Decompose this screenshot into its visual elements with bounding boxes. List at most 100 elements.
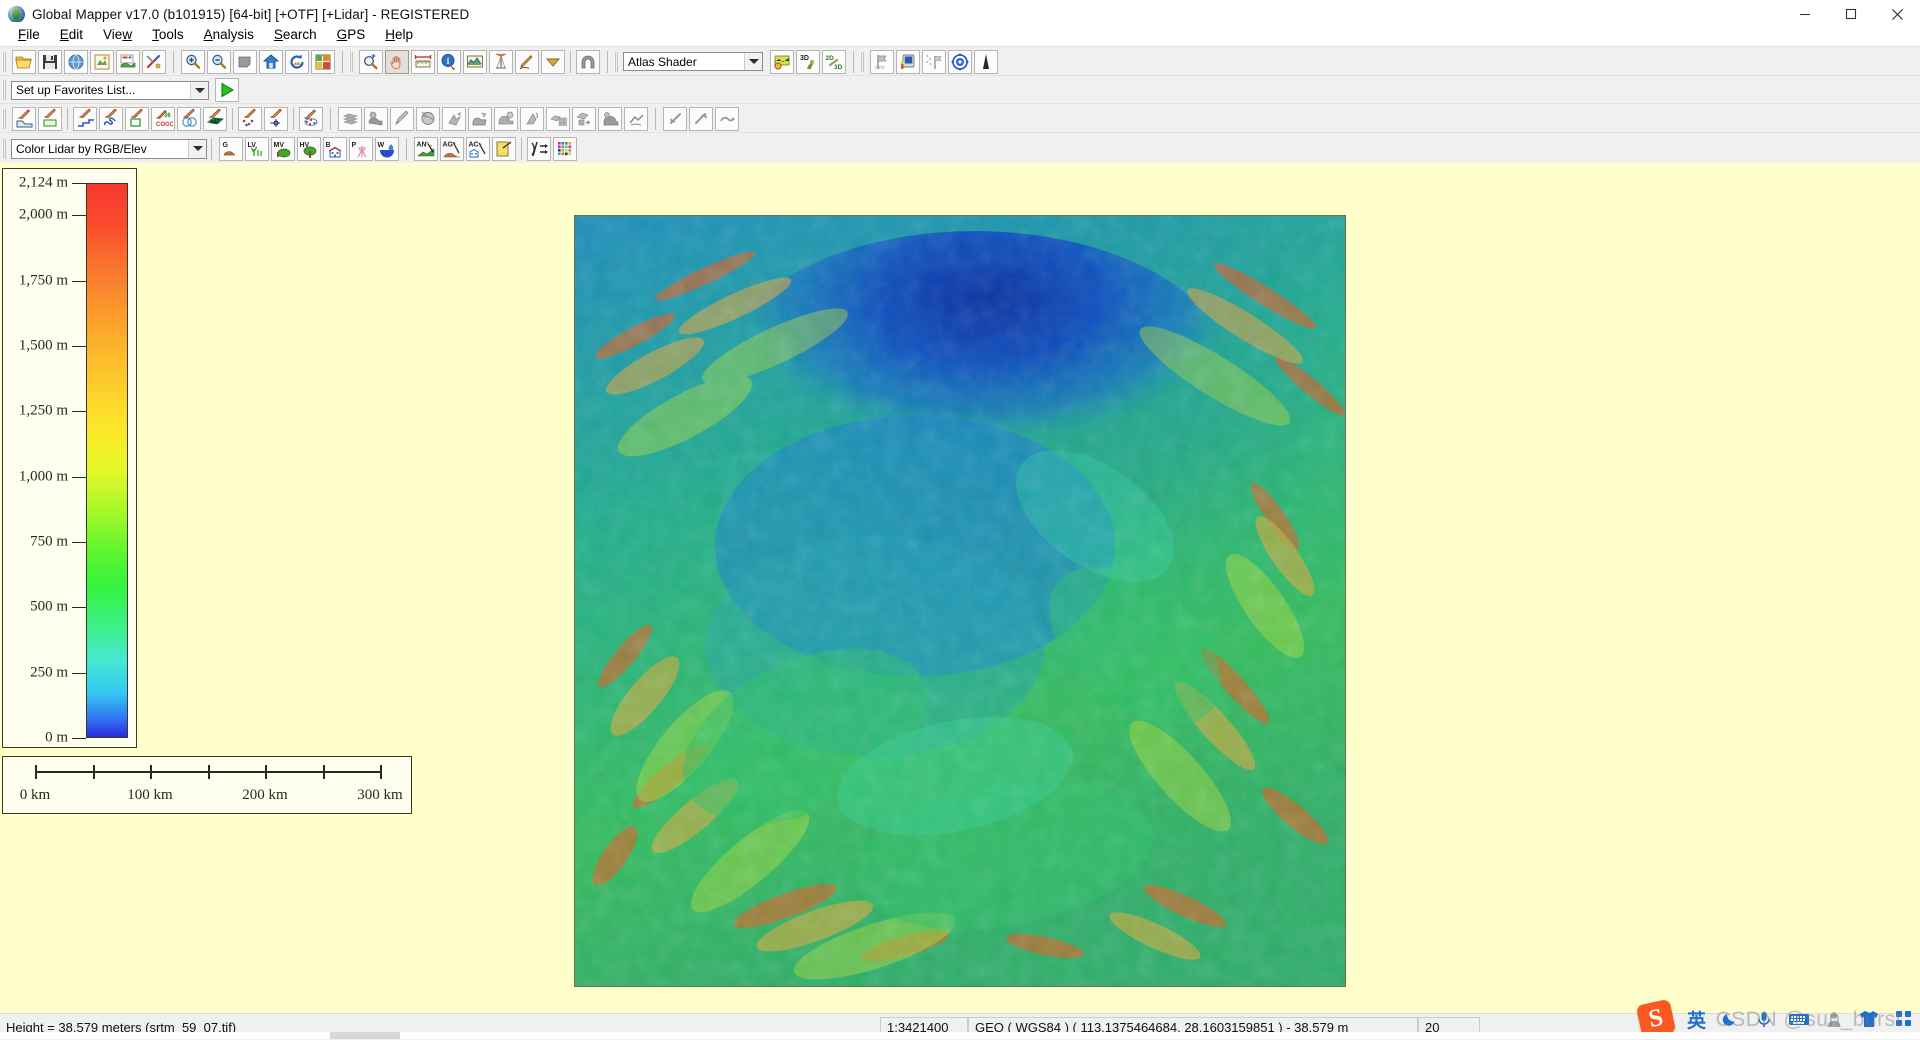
- measure-icon[interactable]: [411, 49, 435, 74]
- lidar-ground-icon[interactable]: G: [219, 136, 243, 161]
- menu-view[interactable]: View: [93, 25, 142, 44]
- path-profile-icon[interactable]: [463, 49, 487, 74]
- zoom-tool-icon[interactable]: [359, 49, 383, 74]
- extract-features-icon[interactable]: [527, 136, 551, 161]
- lidar-low-veg-icon[interactable]: LV: [245, 136, 269, 161]
- create-area-icon[interactable]: [12, 106, 36, 131]
- map-view[interactable]: 2,124 m 2,000 m 1,750 m 1,500 m 1,250 m 1,000…: [0, 163, 1920, 1013]
- menu-analysis[interactable]: Analysis: [194, 25, 264, 44]
- chevron-down-icon[interactable]: [744, 53, 762, 70]
- merge-areas-icon[interactable]: [468, 106, 492, 131]
- create-points-icon[interactable]: [238, 106, 262, 131]
- lidar-building-icon[interactable]: B: [323, 136, 347, 161]
- run-favorite-button[interactable]: [215, 78, 239, 102]
- pan-hand-icon[interactable]: [385, 49, 409, 74]
- create-rectangle-icon[interactable]: [38, 106, 62, 131]
- copy-features-icon[interactable]: [572, 106, 596, 131]
- delete-feature-icon[interactable]: [598, 106, 622, 131]
- toolbar-gripper[interactable]: [2, 108, 6, 129]
- antenna-icon[interactable]: [974, 49, 998, 74]
- flag-markers-icon[interactable]: [922, 49, 946, 74]
- auto-classify-noise-icon[interactable]: AN: [414, 136, 438, 161]
- gps-device-icon[interactable]: [896, 49, 920, 74]
- auto-classify-ground-icon[interactable]: AG: [440, 136, 464, 161]
- stack-layers-icon[interactable]: [338, 106, 362, 131]
- toolbar-gripper[interactable]: [2, 138, 6, 159]
- view-shed-icon[interactable]: [489, 49, 513, 74]
- dropdown-arrow-icon[interactable]: [541, 49, 565, 74]
- shirt-icon[interactable]: [1858, 1009, 1880, 1029]
- lidar-draw-mode-combo[interactable]: Color Lidar by RGB/Elev: [11, 138, 207, 159]
- tunnel-icon[interactable]: [576, 49, 600, 74]
- trim-feature-icon[interactable]: [624, 106, 648, 131]
- 2d-3d-link-icon[interactable]: 2D 3D: [822, 49, 846, 74]
- refresh-icon[interactable]: [285, 49, 309, 74]
- edit-points-icon[interactable]: [299, 106, 323, 131]
- create-cogo-icon[interactable]: 36 COGO: [151, 106, 175, 131]
- flag-gray-icon[interactable]: GPS: [870, 49, 894, 74]
- person-icon[interactable]: [1824, 1009, 1844, 1029]
- create-coordinate-point-icon[interactable]: [264, 106, 288, 131]
- menu-file[interactable]: File: [8, 25, 50, 44]
- create-grid-icon[interactable]: [203, 106, 227, 131]
- chinese-input-icon[interactable]: 英: [1687, 1006, 1706, 1033]
- undo-icon[interactable]: [663, 106, 687, 131]
- menu-search[interactable]: Search: [264, 25, 327, 44]
- open-file-icon[interactable]: [12, 49, 36, 74]
- shader-options-icon[interactable]: [770, 49, 794, 74]
- 3d-view-icon[interactable]: 3D: [796, 49, 820, 74]
- chevron-down-icon[interactable]: [190, 81, 208, 99]
- terrain-raster[interactable]: [574, 215, 1346, 987]
- attribute-table-icon[interactable]: [546, 106, 570, 131]
- lidar-water-icon[interactable]: W: [375, 136, 399, 161]
- layout-icon[interactable]: [311, 49, 335, 74]
- zoom-in-icon[interactable]: [181, 49, 205, 74]
- favorites-combo[interactable]: Set up Favorites List...: [11, 80, 209, 100]
- chevron-down-icon[interactable]: [188, 139, 206, 158]
- lidar-power-icon[interactable]: P: [349, 136, 373, 161]
- move-vertex-icon[interactable]: [442, 106, 466, 131]
- feature-info-icon[interactable]: i: [437, 49, 461, 74]
- lidar-med-veg-icon[interactable]: MV: [271, 136, 295, 161]
- menu-edit[interactable]: Edit: [50, 25, 93, 44]
- auto-classify-buildings-icon[interactable]: AC: [466, 136, 490, 161]
- create-box-icon[interactable]: [125, 106, 149, 131]
- create-line-icon[interactable]: [73, 106, 97, 131]
- apps-grid-icon[interactable]: [1894, 1009, 1914, 1029]
- toolbar-gripper[interactable]: [2, 51, 6, 72]
- configuration-icon[interactable]: [142, 49, 166, 74]
- toolbar-gripper[interactable]: [860, 51, 864, 72]
- open-all-data-icon[interactable]: [116, 49, 140, 74]
- toolbar-gripper[interactable]: [614, 51, 618, 72]
- zoom-out-icon[interactable]: [207, 49, 231, 74]
- apply-color-icon[interactable]: [492, 136, 516, 161]
- rotate-feature-icon[interactable]: [520, 106, 544, 131]
- moon-icon[interactable]: [1720, 1009, 1740, 1029]
- mic-icon[interactable]: [1754, 1009, 1774, 1029]
- save-workspace-icon[interactable]: [38, 49, 62, 74]
- create-freehand-icon[interactable]: [99, 106, 123, 131]
- menu-tools[interactable]: Tools: [142, 25, 194, 44]
- create-buffer-icon[interactable]: [177, 106, 201, 131]
- split-feature-icon[interactable]: [390, 106, 414, 131]
- redo-icon[interactable]: [689, 106, 713, 131]
- smooth-area-icon[interactable]: [494, 106, 518, 131]
- toolbar-gripper[interactable]: [349, 51, 353, 72]
- open-online-data-icon[interactable]: [64, 49, 88, 74]
- menu-gps[interactable]: GPS: [327, 25, 376, 44]
- zoom-to-selection-icon[interactable]: [233, 49, 257, 74]
- shader-combo[interactable]: Atlas Shader: [623, 52, 763, 71]
- full-view-icon[interactable]: [259, 49, 283, 74]
- digitizer-pencil-icon[interactable]: [515, 49, 539, 74]
- toolbar-gripper[interactable]: [2, 80, 6, 100]
- lidar-high-veg-icon[interactable]: HV: [297, 136, 321, 161]
- lidar-palette-icon[interactable]: [553, 136, 577, 161]
- sogou-input-icon[interactable]: S: [1635, 998, 1677, 1040]
- menu-help[interactable]: Help: [375, 25, 423, 44]
- open-control-center-icon[interactable]: [90, 49, 114, 74]
- combine-areas-icon[interactable]: [364, 106, 388, 131]
- keyboard-icon[interactable]: [1788, 1009, 1810, 1029]
- reshape-icon[interactable]: [715, 106, 739, 131]
- crop-globe-icon[interactable]: [416, 106, 440, 131]
- gps-center-icon[interactable]: [948, 49, 972, 74]
